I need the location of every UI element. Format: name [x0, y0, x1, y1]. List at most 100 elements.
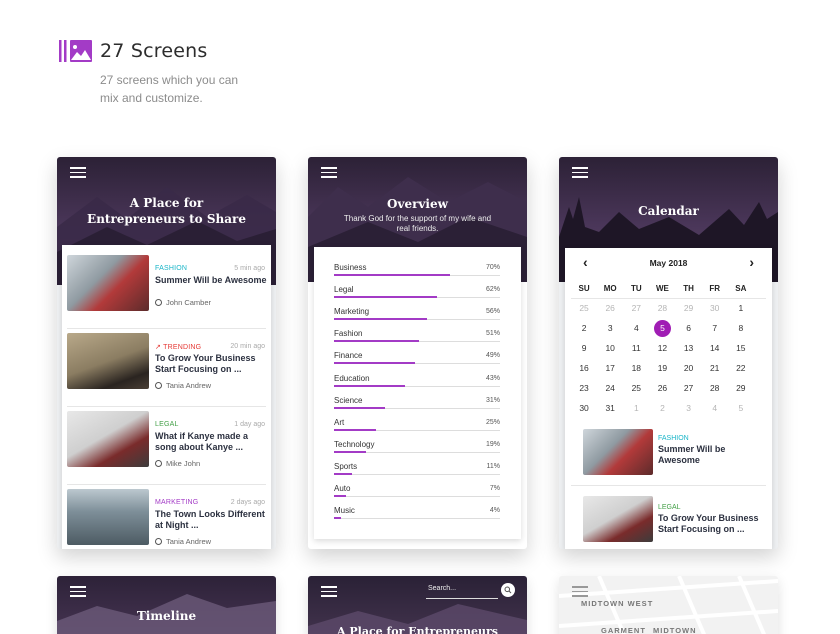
menu-icon[interactable]: [70, 586, 86, 598]
article-title: To Grow Your Business Start Focusing on …: [658, 513, 759, 534]
list-item[interactable]: MARKETING 2 days ago The Town Looks Diff…: [62, 485, 271, 549]
calendar-day[interactable]: 14: [702, 343, 728, 353]
weekday-label: MO: [603, 283, 617, 293]
calendar-day[interactable]: 25: [623, 383, 649, 393]
calendar-day[interactable]: 10: [597, 343, 623, 353]
calendar-day[interactable]: 3: [597, 323, 623, 333]
calendar-day[interactable]: 6: [676, 323, 702, 333]
calendar-day[interactable]: 26: [597, 303, 623, 313]
stat-value: 7%: [489, 485, 500, 492]
stat-row: Technology 19%: [334, 440, 500, 462]
calendar-day[interactable]: 28: [649, 303, 675, 313]
calendar-day[interactable]: 29: [728, 383, 754, 393]
menu-icon[interactable]: [572, 167, 588, 179]
timestamp: 5 min ago: [234, 265, 265, 272]
menu-icon[interactable]: [572, 586, 588, 598]
calendar-day[interactable]: 11: [623, 343, 649, 353]
calendar-day[interactable]: 12: [649, 343, 675, 353]
calendar-day[interactable]: 2: [571, 323, 597, 333]
user-icon: [155, 538, 162, 545]
timestamp: 20 min ago: [230, 343, 265, 350]
page-subtitle: 27 screens which you can mix and customi…: [100, 73, 239, 105]
calendar-day[interactable]: 1: [623, 403, 649, 413]
menu-icon[interactable]: [321, 167, 337, 179]
calendar-day[interactable]: 26: [649, 383, 675, 393]
calendar-day[interactable]: 27: [676, 383, 702, 393]
calendar-day[interactable]: 4: [623, 323, 649, 333]
weekday-row: SU MO TU WE TH FR SA: [571, 278, 754, 298]
calendar-day[interactable]: 30: [571, 403, 597, 413]
calendar-day[interactable]: 30: [702, 303, 728, 313]
calendar-day[interactable]: 13: [676, 343, 702, 353]
progress-fill: [334, 384, 406, 387]
search-input[interactable]: Search...: [426, 585, 498, 599]
progress-track: [334, 362, 500, 365]
calendar-day[interactable]: 2: [649, 403, 675, 413]
calendar-day[interactable]: 29: [676, 303, 702, 313]
list-item[interactable]: FASHION 5 min ago Summer Will be Awesome…: [62, 251, 271, 329]
calendar-day[interactable]: 1: [728, 303, 754, 313]
week-row: 25 26 27 28 29 30 1: [571, 298, 754, 318]
list-item[interactable]: LEGAL To Grow Your Business Start Focusi…: [565, 488, 772, 549]
calendar-day[interactable]: 3: [676, 403, 702, 413]
calendar-day[interactable]: 15: [728, 343, 754, 353]
search-icon[interactable]: [501, 583, 515, 597]
chevron-right-icon[interactable]: ›: [749, 254, 754, 270]
stat-value: 11%: [486, 462, 501, 470]
category-label: FASHION: [155, 265, 188, 272]
calendar-day[interactable]: 8: [728, 323, 754, 333]
calendar-month: May 2018: [649, 258, 688, 268]
calendar-day[interactable]: 27: [623, 303, 649, 313]
stat-value: 51%: [485, 330, 500, 338]
divider: [571, 298, 766, 299]
list-item[interactable]: ↗ TRENDING 20 min ago To Grow Your Busin…: [62, 329, 271, 407]
calendar-day[interactable]: 19: [649, 363, 675, 373]
calendar-day-selected[interactable]: 5: [649, 319, 675, 337]
calendar-day[interactable]: 4: [702, 403, 728, 413]
calendar-day[interactable]: 22: [728, 363, 754, 373]
list-item[interactable]: LEGAL 1 day ago What if Kanye made a son…: [62, 407, 271, 485]
menu-icon[interactable]: [70, 167, 86, 179]
calendar-day[interactable]: 18: [623, 363, 649, 373]
category-label: MARKETING: [155, 499, 199, 506]
weekday-label: TH: [683, 283, 694, 293]
calendar-day[interactable]: 17: [597, 363, 623, 373]
calendar-day[interactable]: 23: [571, 383, 597, 393]
calendar-day[interactable]: 9: [571, 343, 597, 353]
progress-fill: [334, 296, 437, 299]
progress-fill: [334, 428, 376, 431]
progress-track: [334, 340, 500, 343]
page-title: 27 Screens: [100, 40, 208, 62]
calendar-day[interactable]: 16: [571, 363, 597, 373]
stat-value: 19%: [485, 440, 500, 448]
stat-label: Music: [334, 506, 355, 516]
progress-fill: [334, 318, 427, 321]
progress-fill: [334, 340, 419, 343]
calendar-day[interactable]: 25: [571, 303, 597, 313]
week-row: 30 31 1 2 3 4 5: [571, 398, 754, 418]
laptop-thumbnail: [583, 496, 653, 542]
feed-search-hero-title: A Place for Entrepreneurs: [337, 625, 498, 634]
list-item[interactable]: FASHION Summer Will be Awesome: [565, 424, 772, 486]
category-label: LEGAL: [155, 421, 179, 428]
calendar-day[interactable]: 31: [597, 403, 623, 413]
calendar-day[interactable]: 21: [702, 363, 728, 373]
calendar-day[interactable]: 5: [728, 403, 754, 413]
stat-row: Business 70%: [334, 263, 500, 285]
stat-label: Finance: [334, 351, 363, 361]
user-icon: [155, 299, 162, 306]
progress-track: [334, 406, 500, 409]
map-label: GARMENT: [601, 626, 646, 634]
calendar-day[interactable]: 7: [702, 323, 728, 333]
calendar-day[interactable]: 28: [702, 383, 728, 393]
author-line: Mike John: [155, 459, 200, 468]
calendar-day[interactable]: 24: [597, 383, 623, 393]
calendar-day[interactable]: 20: [676, 363, 702, 373]
author-name: Mike John: [166, 459, 201, 468]
progress-track: [334, 472, 500, 475]
stat-label: Technology: [334, 439, 375, 449]
stat-label: Art: [334, 417, 345, 427]
stat-row: Music 4%: [334, 506, 500, 528]
menu-icon[interactable]: [321, 586, 337, 598]
motorcycle-thumbnail: [67, 333, 149, 389]
